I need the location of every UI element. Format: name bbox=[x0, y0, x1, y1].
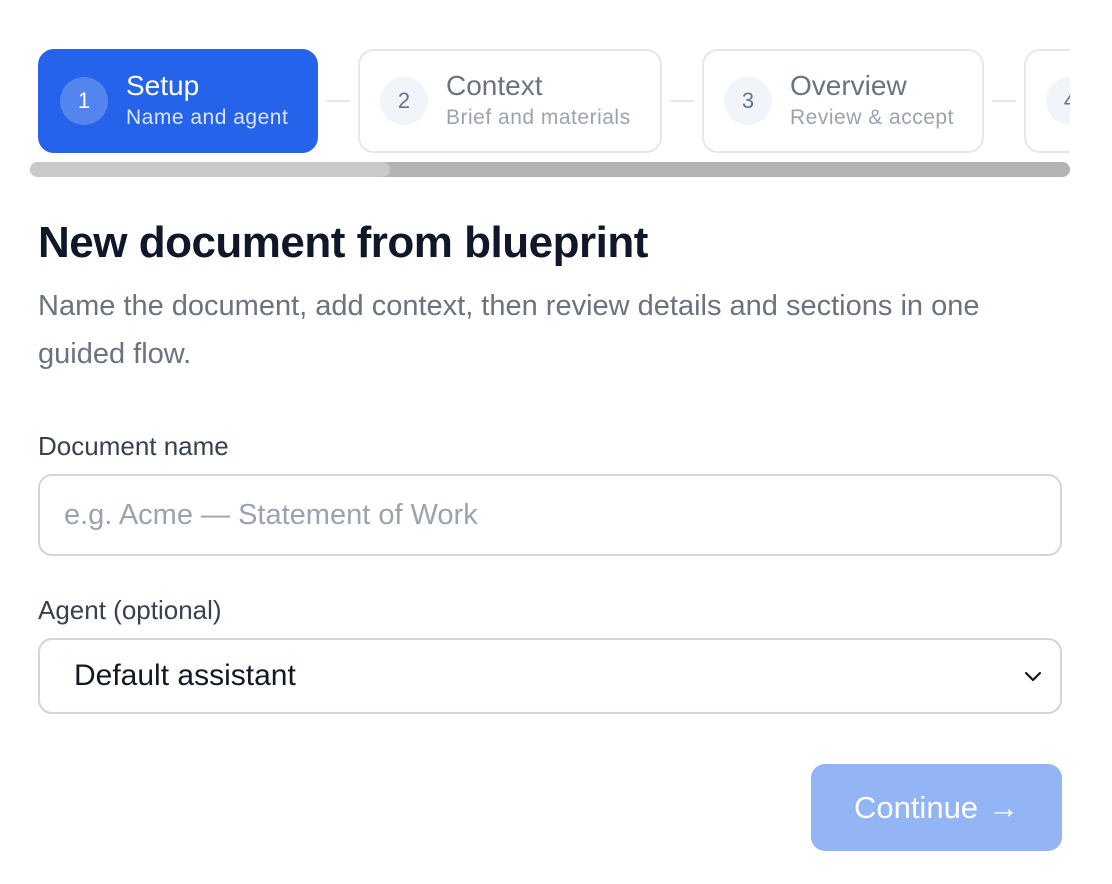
document-name-input[interactable] bbox=[38, 474, 1062, 556]
continue-button[interactable]: Continue → bbox=[811, 764, 1062, 851]
stepper-track: 1 Setup Name and agent 2 Context Brief a… bbox=[38, 48, 1070, 154]
step-connector bbox=[326, 100, 350, 102]
step-number: 1 bbox=[60, 77, 108, 125]
step-number: 2 bbox=[380, 77, 428, 125]
step-subtitle: Review & accept bbox=[790, 106, 954, 129]
step-connector bbox=[670, 100, 694, 102]
document-name-label: Document name bbox=[38, 431, 229, 461]
step-title: Setup bbox=[126, 70, 200, 101]
step-subtitle: Brief and materials bbox=[446, 106, 631, 129]
step-text: Setup Name and agent bbox=[126, 69, 288, 133]
step-number: 3 bbox=[724, 77, 772, 125]
step-context[interactable]: 2 Context Brief and materials bbox=[358, 49, 662, 153]
step-overview[interactable]: 3 Overview Review & accept bbox=[702, 49, 984, 153]
continue-button-label: Continue bbox=[853, 789, 979, 825]
page-description: Name the document, add context, then rev… bbox=[38, 290, 980, 370]
arrow-right-icon: → bbox=[988, 789, 1020, 825]
stepper: 1 Setup Name and agent 2 Context Brief a… bbox=[38, 48, 1070, 154]
step-title: Overview bbox=[790, 70, 907, 101]
stepper-scrollbar[interactable] bbox=[30, 162, 1070, 177]
step-title: Context bbox=[446, 70, 543, 101]
step-text: Overview Review & accept bbox=[790, 69, 954, 133]
agent-select[interactable]: Default assistant bbox=[38, 638, 1062, 714]
page-title: New document from blueprint bbox=[38, 218, 648, 267]
step-4[interactable]: 4 bbox=[1024, 49, 1070, 153]
agent-select-value: Default assistant bbox=[74, 659, 296, 692]
chevron-down-icon bbox=[1022, 665, 1044, 687]
step-connector bbox=[992, 100, 1016, 102]
scrollbar-thumb[interactable] bbox=[30, 162, 390, 177]
step-setup[interactable]: 1 Setup Name and agent bbox=[38, 49, 318, 153]
step-text: Context Brief and materials bbox=[446, 69, 631, 133]
step-number: 4 bbox=[1046, 77, 1070, 125]
agent-label: Agent (optional) bbox=[38, 595, 222, 625]
step-subtitle: Name and agent bbox=[126, 106, 289, 129]
